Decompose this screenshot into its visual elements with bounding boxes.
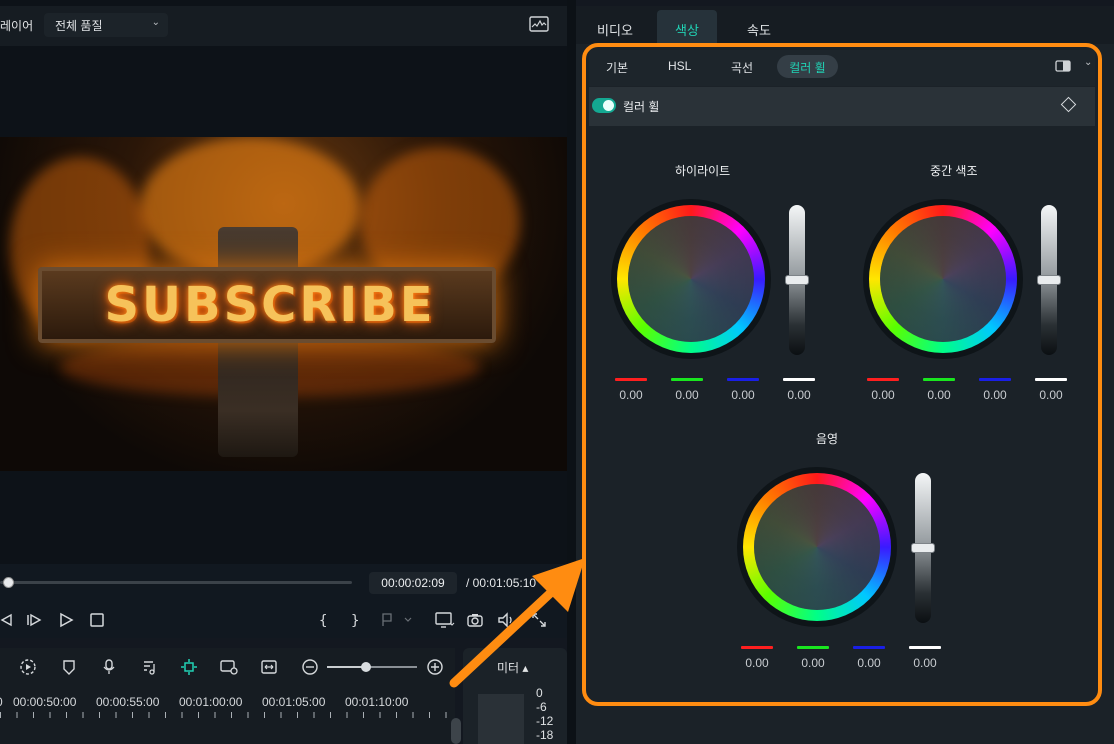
meter-scale-label: -12 xyxy=(536,714,554,728)
player-title: 레이어 xyxy=(0,19,34,33)
tab-color[interactable]: 색상 xyxy=(657,10,717,46)
audio-meter-bar xyxy=(478,694,524,744)
ruler-label: 00:00:55:00 xyxy=(96,695,160,709)
meter-scale-label: -6 xyxy=(536,700,547,714)
next-frame-icon[interactable] xyxy=(25,611,43,629)
quality-select-value: 전체 품질 xyxy=(55,19,103,33)
meter-scale-label: -18 xyxy=(536,728,554,742)
music-note-icon[interactable] xyxy=(140,658,158,676)
quality-select[interactable]: 전체 품질 ⌄ xyxy=(44,13,168,37)
microphone-icon[interactable] xyxy=(100,658,118,676)
marker-shield-icon[interactable] xyxy=(60,658,78,676)
ruler-label: 00:01:10:00 xyxy=(345,695,409,709)
ruler-label: 00:01:00:00 xyxy=(179,695,243,709)
render-preview-icon[interactable] xyxy=(19,658,37,676)
mark-out-icon[interactable]: } xyxy=(347,611,365,629)
annotation-arrow xyxy=(449,558,585,688)
timeline-scrollbar[interactable] xyxy=(451,718,461,744)
play-icon[interactable] xyxy=(57,611,75,629)
snap-magnet-icon[interactable] xyxy=(180,658,198,676)
svg-text:}: } xyxy=(351,613,359,629)
scrub-bar[interactable] xyxy=(0,581,352,584)
tab-speed[interactable]: 속도 xyxy=(728,10,790,46)
ruler-label: 00:00:50:00 xyxy=(13,695,77,709)
highlight-frame xyxy=(582,43,1102,706)
svg-text:{: { xyxy=(319,613,327,629)
mark-in-icon[interactable]: { xyxy=(315,611,333,629)
video-preview[interactable]: SUBSCRIBE xyxy=(0,137,567,471)
preview-window-icon[interactable] xyxy=(219,658,239,676)
ruler-label: 0 xyxy=(0,695,3,709)
previous-frame-icon[interactable] xyxy=(0,611,14,629)
ruler-label: 00:01:05:00 xyxy=(262,695,326,709)
stop-icon[interactable] xyxy=(88,611,106,629)
timeline-ruler[interactable] xyxy=(0,712,450,720)
fit-timeline-icon[interactable] xyxy=(260,658,278,676)
chevron-down-icon: ⌄ xyxy=(151,17,160,28)
zoom-slider-handle[interactable] xyxy=(361,662,371,672)
waveform-monitor-icon[interactable] xyxy=(529,16,549,34)
preview-title-text: SUBSCRIBE xyxy=(104,277,436,333)
marker-menu-icon[interactable] xyxy=(380,611,414,629)
scrub-handle[interactable] xyxy=(3,577,14,588)
zoom-out-icon[interactable] xyxy=(301,658,319,676)
tab-video[interactable]: 비디오 xyxy=(584,10,646,46)
